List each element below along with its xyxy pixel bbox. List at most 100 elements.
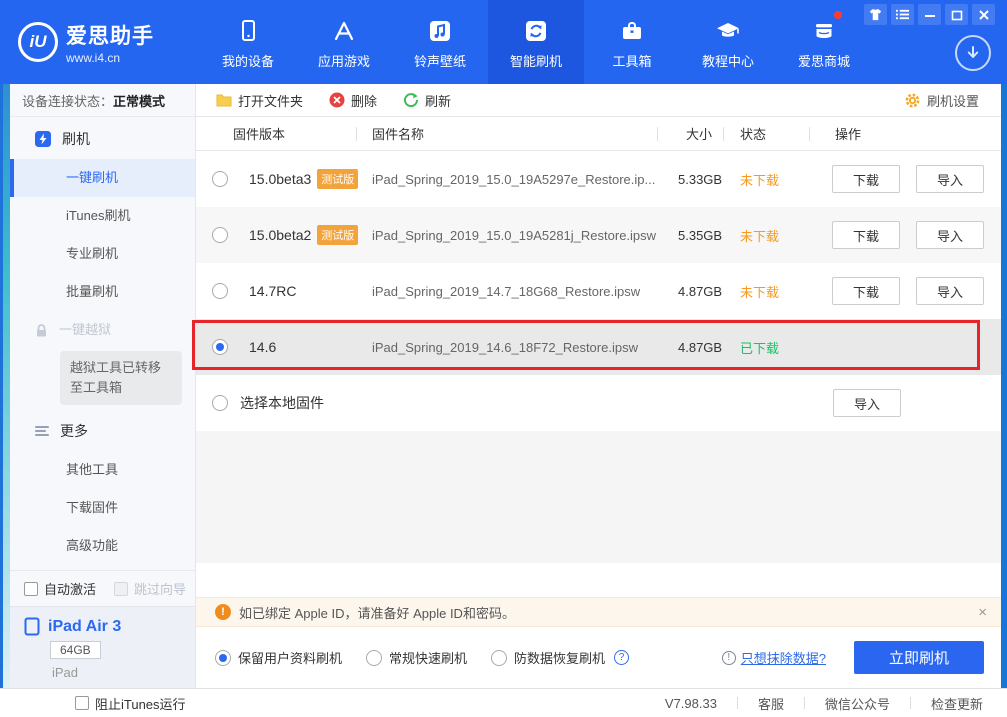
notification-dot <box>834 11 842 19</box>
nav-ringtones[interactable]: 铃声壁纸 <box>392 0 488 84</box>
appstore-icon <box>331 14 357 44</box>
jailbreak-tooltip: 越狱工具已转移至工具箱 <box>60 351 182 405</box>
checkbox-label: 自动激活 <box>44 579 96 598</box>
firmware-size: 5.33GB <box>678 172 740 187</box>
main-nav: 我的设备 应用游戏 铃声壁纸 智能刷机 <box>200 0 872 84</box>
firmware-status: 未下载 <box>740 170 832 189</box>
nav-smart-flash[interactable]: 智能刷机 <box>488 0 584 84</box>
local-firmware-radio[interactable] <box>212 395 228 411</box>
nav-label: 工具箱 <box>612 51 651 70</box>
download-button[interactable]: 下载 <box>832 165 900 193</box>
firmware-size: 5.35GB <box>678 228 740 243</box>
wechat-link[interactable]: 微信公众号 <box>825 694 890 713</box>
sidebar-item-batch-flash[interactable]: 批量刷机 <box>10 273 195 311</box>
nav-my-device[interactable]: 我的设备 <box>200 0 296 84</box>
sidebar-item-itunes-flash[interactable]: iTunes刷机 <box>10 197 195 235</box>
mode-quick-flash-radio[interactable]: 常规快速刷机 <box>366 648 467 667</box>
open-folder-button[interactable]: 打开文件夹 <box>216 91 303 110</box>
flash-now-button[interactable]: 立即刷机 <box>854 641 984 674</box>
nav-toolbox[interactable]: 工具箱 <box>584 0 680 84</box>
checkbox-label: 阻止iTunes运行 <box>95 694 186 713</box>
skip-wizard-checkbox: 跳过向导 <box>114 579 186 598</box>
mode-anti-recovery-radio[interactable]: 防数据恢复刷机 ? <box>491 648 629 667</box>
sidebar-item-other-tools[interactable]: 其他工具 <box>10 451 195 489</box>
mode-keep-data-radio[interactable]: 保留用户资料刷机 <box>215 648 342 667</box>
close-icon[interactable] <box>972 4 995 25</box>
radio-icon <box>366 650 382 666</box>
maximize-icon[interactable] <box>945 4 968 25</box>
sidebar-item-download-firmware[interactable]: 下载固件 <box>10 489 195 527</box>
device-type: iPad <box>52 665 195 680</box>
divider <box>804 697 805 709</box>
firmware-name: iPad_Spring_2019_14.6_18F72_Restore.ipsw <box>372 340 678 355</box>
delete-button[interactable]: 删除 <box>329 91 377 110</box>
device-capacity-badge: 64GB <box>50 641 101 659</box>
block-itunes-checkbox[interactable]: 阻止iTunes运行 <box>75 694 186 713</box>
import-button[interactable]: 导入 <box>916 221 984 249</box>
divider <box>910 697 911 709</box>
check-update-link[interactable]: 检查更新 <box>931 694 983 713</box>
help-icon[interactable]: ? <box>614 650 629 665</box>
skin-icon[interactable] <box>864 4 887 25</box>
firmware-radio[interactable] <box>212 171 228 187</box>
refresh-button[interactable]: 刷新 <box>403 91 451 110</box>
info-icon: ! <box>722 651 736 665</box>
import-button[interactable]: 导入 <box>916 277 984 305</box>
spacer <box>196 563 1001 597</box>
sidebar-item-one-click-flash[interactable]: 一键刷机 <box>10 159 195 197</box>
lock-icon <box>34 323 49 338</box>
erase-data-link[interactable]: ! 只想抹除数据? <box>722 648 826 667</box>
checkbox-icon <box>114 582 128 596</box>
nav-apps-games[interactable]: 应用游戏 <box>296 0 392 84</box>
refresh-icon <box>403 92 419 108</box>
nav-tutorials[interactable]: 教程中心 <box>680 0 776 84</box>
hamburger-icon <box>34 424 50 438</box>
toolbar-label: 删除 <box>351 91 377 110</box>
download-manager-icon[interactable] <box>955 35 991 71</box>
firmware-radio[interactable] <box>212 227 228 243</box>
column-divider <box>723 127 724 141</box>
banner-close-icon[interactable]: × <box>978 604 987 621</box>
download-button[interactable]: 下载 <box>832 277 900 305</box>
firmware-radio-selected[interactable] <box>212 339 228 355</box>
store-icon <box>811 14 837 44</box>
apple-id-banner: ! 如已绑定 Apple ID，请准备好 Apple ID和密码。 × <box>196 597 1001 627</box>
flash-settings-button[interactable]: 刷机设置 <box>904 91 979 110</box>
toolbar: 打开文件夹 删除 刷新 <box>196 84 1001 117</box>
toolbar-label: 刷机设置 <box>927 91 979 110</box>
window-controls <box>864 4 995 25</box>
firmware-version: 14.6 <box>234 339 372 355</box>
firmware-radio[interactable] <box>212 283 228 299</box>
sidebar-item-jailbreak: 一键越狱 <box>10 311 195 349</box>
status-bar: 阻止iTunes运行 V7.98.33 客服 微信公众号 检查更新 <box>0 688 1007 717</box>
firmware-name: iPad_Spring_2019_15.0_19A5281j_Restore.i… <box>372 228 678 243</box>
nav-store[interactable]: 爱思商城 <box>776 0 872 84</box>
sidebar-item-pro-flash[interactable]: 专业刷机 <box>10 235 195 273</box>
firmware-row: 15.0beta2 测试版 iPad_Spring_2019_15.0_19A5… <box>196 207 1001 263</box>
toolbar-label: 刷新 <box>425 91 451 110</box>
import-button[interactable]: 导入 <box>833 389 901 417</box>
support-link[interactable]: 客服 <box>758 694 784 713</box>
nav-label: 教程中心 <box>702 51 754 70</box>
menu-list-icon[interactable] <box>891 4 914 25</box>
firmware-size: 4.87GB <box>678 340 740 355</box>
download-button[interactable]: 下载 <box>832 221 900 249</box>
device-panel: iPad Air 3 64GB iPad <box>10 606 195 688</box>
banner-text: 如已绑定 Apple ID，请准备好 Apple ID和密码。 <box>239 603 515 622</box>
firmware-row: 14.7RC iPad_Spring_2019_14.7_18G68_Resto… <box>196 263 1001 319</box>
firmware-row-selected: 14.6 iPad_Spring_2019_14.6_18F72_Restore… <box>196 319 1001 375</box>
folder-icon <box>216 93 232 107</box>
local-firmware-label: 选择本地固件 <box>228 393 833 413</box>
auto-activate-checkbox[interactable]: 自动激活 <box>24 579 96 598</box>
flash-options: 保留用户资料刷机 常规快速刷机 防数据恢复刷机 ? ! 只想抹除数据? 立即刷机 <box>196 627 1001 688</box>
firmware-name: iPad_Spring_2019_14.7_18G68_Restore.ipsw <box>372 284 678 299</box>
firmware-status: 未下载 <box>740 226 832 245</box>
minimize-icon[interactable] <box>918 4 941 25</box>
checkbox-label: 跳过向导 <box>134 579 186 598</box>
col-header-size: 大小 <box>686 124 712 143</box>
checkbox-icon <box>75 696 89 710</box>
import-button[interactable]: 导入 <box>916 165 984 193</box>
window-right-edge <box>1001 84 1007 717</box>
sidebar-item-advanced[interactable]: 高级功能 <box>10 527 195 565</box>
sidebar-group-more[interactable]: 更多 <box>10 413 195 451</box>
